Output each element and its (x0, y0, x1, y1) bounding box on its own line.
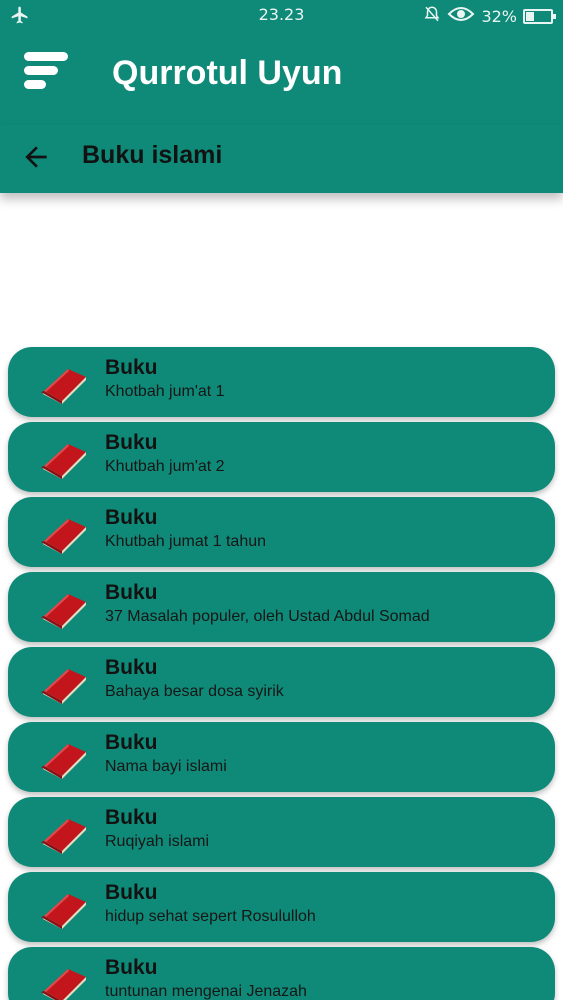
item-subtitle: Khutbah jumat 1 tahun (105, 533, 267, 550)
item-title: Buku (105, 881, 158, 904)
list-item[interactable]: Buku Khutbah jum'at 2 (8, 422, 555, 492)
status-bar: 23.23 32% (0, 0, 563, 30)
list-item[interactable]: Buku tuntunan mengenai Jenazah (8, 947, 555, 1000)
section-title: Buku islami (82, 141, 223, 169)
item-title: Buku (105, 356, 158, 379)
battery-icon (523, 8, 556, 24)
book-icon (38, 361, 90, 405)
list-item[interactable]: Buku Ruqiyah islami (8, 797, 555, 867)
app-bar: Qurrotul Uyun (0, 30, 563, 125)
item-title: Buku (105, 431, 158, 454)
list-item[interactable]: Buku hidup sehat sepert Rosululloh (8, 872, 555, 942)
book-icon (38, 586, 90, 630)
item-title: Buku (105, 956, 158, 979)
back-arrow-icon[interactable] (20, 141, 52, 173)
item-subtitle: hidup sehat sepert Rosululloh (105, 908, 316, 925)
section-header: Buku islami (0, 125, 563, 193)
book-icon (38, 961, 90, 1000)
list-item[interactable]: Buku Nama bayi islami (8, 722, 555, 792)
book-list: Buku Khotbah jum'at 1 Buku Khutbah jum'a… (8, 347, 555, 1000)
alarm-off-icon (423, 4, 441, 28)
list-item[interactable]: Buku 37 Masalah populer, oleh Ustad Abdu… (8, 572, 555, 642)
book-icon (38, 436, 90, 480)
book-icon (38, 736, 90, 780)
item-title: Buku (105, 506, 158, 529)
item-title: Buku (105, 581, 158, 604)
list-item[interactable]: Buku Bahaya besar dosa syirik (8, 647, 555, 717)
item-subtitle: Nama bayi islami (105, 758, 227, 775)
item-subtitle: Bahaya besar dosa syirik (105, 683, 284, 700)
list-item[interactable]: Buku Khotbah jum'at 1 (8, 347, 555, 417)
book-icon (38, 811, 90, 855)
item-subtitle: Khotbah jum'at 1 (105, 383, 225, 400)
item-subtitle: tuntunan mengenai Jenazah (105, 983, 307, 1000)
list-item[interactable]: Buku Khutbah jumat 1 tahun (8, 497, 555, 567)
item-title: Buku (105, 731, 158, 754)
book-icon (38, 661, 90, 705)
battery-text: 32% (481, 6, 517, 26)
item-title: Buku (105, 806, 158, 829)
item-subtitle: Khutbah jum'at 2 (105, 458, 225, 475)
eye-icon (447, 5, 475, 27)
item-subtitle: Ruqiyah islami (105, 833, 210, 850)
menu-icon[interactable] (24, 48, 70, 94)
book-icon (38, 886, 90, 930)
item-title: Buku (105, 656, 158, 679)
book-icon (38, 511, 90, 555)
item-subtitle: 37 Masalah populer, oleh Ustad Abdul Som… (105, 608, 430, 625)
app-title: Qurrotul Uyun (112, 54, 343, 92)
